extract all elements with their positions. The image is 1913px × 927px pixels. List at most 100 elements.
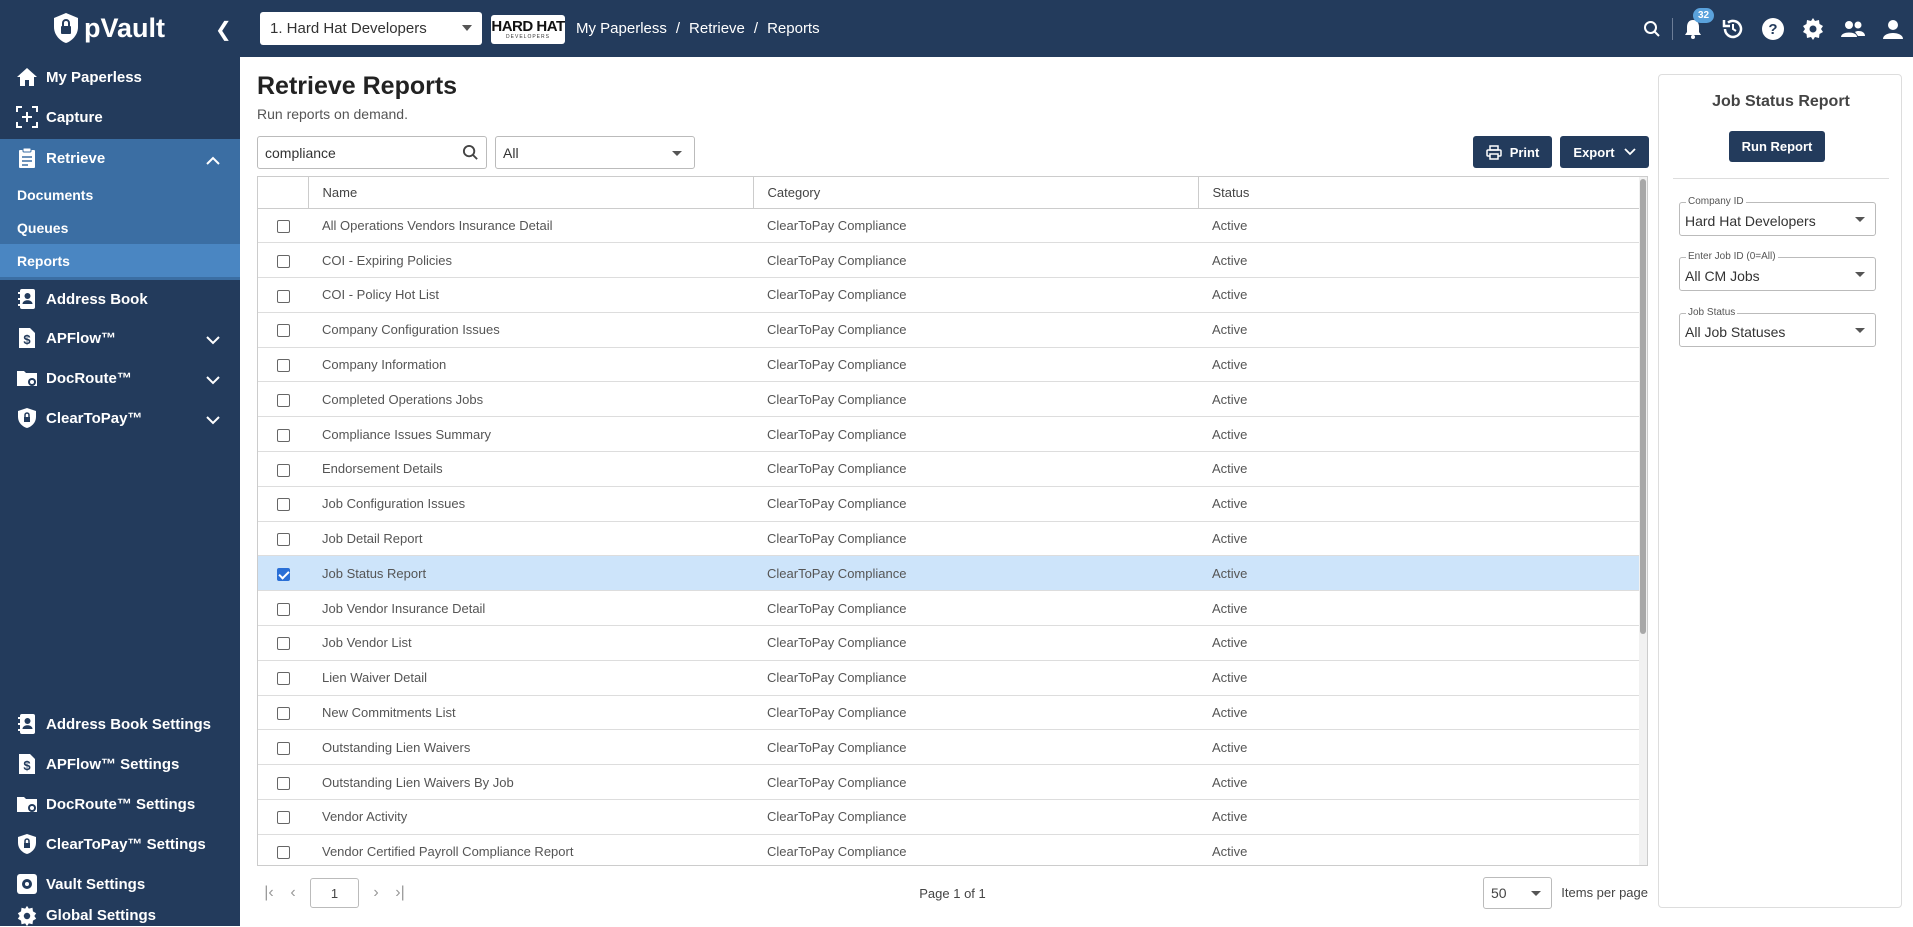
sidebar-item-apflow[interactable]: $ APFlow™	[0, 319, 240, 357]
history-icon[interactable]	[1713, 0, 1753, 57]
table-scrollbar[interactable]	[1639, 177, 1647, 865]
notification-bell-icon[interactable]: 32	[1673, 0, 1715, 57]
next-page-icon[interactable]: ›	[364, 881, 388, 905]
search-field[interactable]	[257, 136, 487, 169]
row-checkbox[interactable]	[276, 707, 290, 721]
sidebar-item-capture[interactable]: Capture	[0, 98, 240, 136]
category-filter-select[interactable]: All	[495, 136, 695, 169]
sidebar-item-docroute-settings[interactable]: DocRoute™ Settings	[0, 785, 240, 823]
sidebar-item-cleartopay-settings[interactable]: ClearToPay™ Settings	[0, 825, 240, 863]
table-row[interactable]: Completed Operations Jobs ClearToPay Comp…	[258, 381, 1641, 418]
sidebar-subitem-queues[interactable]: Queues	[0, 211, 240, 244]
run-report-button[interactable]: Run Report	[1729, 131, 1825, 162]
cell-status: Active	[1198, 799, 1641, 835]
column-header-category[interactable]: Category	[753, 177, 1199, 209]
table-row[interactable]: Company Information ClearToPay Compliance…	[258, 347, 1641, 383]
sidebar-subitem-reports[interactable]: Reports	[0, 244, 240, 277]
row-checkbox[interactable]	[276, 289, 290, 303]
page-number-input[interactable]: 1	[310, 878, 359, 908]
job-id-select[interactable]: Enter Job ID (0=All) All CM Jobs	[1679, 251, 1876, 291]
row-checkbox[interactable]	[276, 637, 290, 651]
help-icon[interactable]: ?	[1753, 0, 1793, 57]
search-icon[interactable]	[1632, 0, 1672, 57]
sidebar-item-address-book[interactable]: Address Book	[0, 280, 240, 318]
cell-name: Job Status Report	[308, 555, 753, 592]
company-id-select[interactable]: Company ID Hard Hat Developers	[1679, 196, 1876, 236]
sidebar-subitem-documents[interactable]: Documents	[0, 178, 240, 211]
company-select[interactable]: 1. Hard Hat Developers	[260, 12, 482, 45]
prev-page-icon[interactable]: ‹	[281, 881, 305, 905]
chevron-up-icon	[206, 152, 220, 169]
breadcrumb-retrieve[interactable]: Retrieve	[689, 20, 745, 37]
table-row[interactable]: Job Detail Report ClearToPay Compliance Ac…	[258, 521, 1641, 557]
export-button[interactable]: Export	[1560, 136, 1649, 168]
table-row[interactable]: Compliance Issues Summary ClearToPay Comp…	[258, 416, 1641, 453]
table-row[interactable]: Company Configuration Issues ClearToPay C…	[258, 312, 1641, 348]
column-header-status[interactable]: Status	[1198, 177, 1641, 209]
row-checkbox[interactable]	[276, 359, 290, 373]
sidebar-item-address-book-settings[interactable]: Address Book Settings	[0, 705, 240, 743]
sidebar-item-label: ClearToPay™	[46, 409, 143, 427]
row-checkbox[interactable]	[276, 219, 290, 233]
cell-name: New Commitments List	[308, 695, 753, 731]
row-checkbox[interactable]	[276, 533, 290, 547]
cell-status: Active	[1198, 451, 1641, 487]
table-row[interactable]: COI - Policy Hot List ClearToPay Complian…	[258, 277, 1641, 313]
cell-name: All Operations Vendors Insurance Detail	[308, 208, 753, 244]
subitem-label: Queues	[17, 219, 69, 236]
table-row[interactable]: Outstanding Lien Waivers ClearToPay Compl…	[258, 729, 1641, 766]
table-row[interactable]: Job Configuration Issues ClearToPay Compl…	[258, 486, 1641, 522]
cell-category: ClearToPay Compliance	[753, 347, 1198, 383]
row-checkbox[interactable]	[276, 393, 290, 407]
row-checkbox[interactable]	[276, 498, 290, 512]
search-input[interactable]	[265, 144, 455, 161]
collapse-sidebar-icon[interactable]: ❮	[215, 17, 232, 42]
settings-gear-icon[interactable]	[1793, 0, 1833, 57]
notification-count-badge: 32	[1693, 8, 1715, 23]
table-row[interactable]: Endorsement Details ClearToPay Compliance…	[258, 451, 1641, 487]
row-checkbox[interactable]	[276, 776, 290, 790]
items-per-page-select[interactable]: 50	[1483, 877, 1552, 909]
sidebar-item-vault-settings[interactable]: Vault Settings	[0, 865, 240, 903]
table-row[interactable]: New Commitments List ClearToPay Complianc…	[258, 695, 1641, 731]
scrollbar-thumb[interactable]	[1640, 179, 1646, 634]
row-checkbox[interactable]	[276, 324, 290, 338]
top-bar: pVault ❮ 1. Hard Hat Developers HARD HAT…	[0, 0, 1913, 57]
row-checkbox[interactable]	[276, 254, 290, 268]
sidebar-item-my-paperless[interactable]: My Paperless	[0, 58, 240, 96]
table-row[interactable]: COI - Expiring Policies ClearToPay Compli…	[258, 242, 1641, 279]
search-icon[interactable]	[462, 144, 479, 166]
row-checkbox[interactable]	[276, 811, 290, 825]
row-checkbox[interactable]	[276, 672, 290, 686]
table-row[interactable]: Vendor Activity ClearToPay Compliance Acti…	[258, 799, 1641, 835]
last-page-icon[interactable]: ›|	[388, 881, 412, 905]
row-checkbox[interactable]	[276, 567, 290, 581]
table-row[interactable]: Job Vendor List ClearToPay Compliance Acti…	[258, 625, 1641, 661]
first-page-icon[interactable]: |‹	[257, 881, 281, 905]
table-row[interactable]: Job Status Report ClearToPay Compliance Ac…	[258, 555, 1641, 592]
column-header-name[interactable]: Name	[308, 177, 754, 209]
app-logo[interactable]: pVault	[52, 12, 165, 44]
sidebar-item-docroute[interactable]: DocRoute™	[0, 359, 240, 397]
table-row[interactable]: Job Vendor Insurance Detail ClearToPay Co…	[258, 590, 1641, 627]
users-icon[interactable]	[1833, 0, 1873, 57]
table-row[interactable]: Lien Waiver Detail ClearToPay Compliance A…	[258, 660, 1641, 696]
table-row[interactable]: Outstanding Lien Waivers By Job ClearToPa…	[258, 764, 1641, 801]
breadcrumb-my-paperless[interactable]: My Paperless	[576, 20, 667, 37]
sidebar-item-apflow-settings[interactable]: $ APFlow™ Settings	[0, 745, 240, 783]
row-checkbox[interactable]	[276, 602, 290, 616]
table-row[interactable]: All Operations Vendors Insurance Detail C…	[258, 208, 1641, 244]
row-checkbox[interactable]	[276, 428, 290, 442]
row-checkbox[interactable]	[276, 741, 290, 755]
print-button[interactable]: Print	[1473, 136, 1552, 168]
row-checkbox[interactable]	[276, 463, 290, 477]
user-profile-icon[interactable]	[1873, 0, 1913, 57]
sidebar-item-global-settings[interactable]: Global Settings	[0, 905, 240, 926]
table-row[interactable]: Vendor Certified Payroll Compliance Repo…	[258, 834, 1641, 865]
caret-down-icon	[1855, 272, 1865, 277]
job-status-select[interactable]: Job Status All Job Statuses	[1679, 307, 1876, 347]
row-checkbox[interactable]	[276, 846, 290, 860]
chevron-down-icon	[206, 372, 220, 389]
sidebar-item-cleartopay[interactable]: ClearToPay™	[0, 399, 240, 437]
sidebar-item-retrieve[interactable]: Retrieve	[0, 139, 240, 177]
